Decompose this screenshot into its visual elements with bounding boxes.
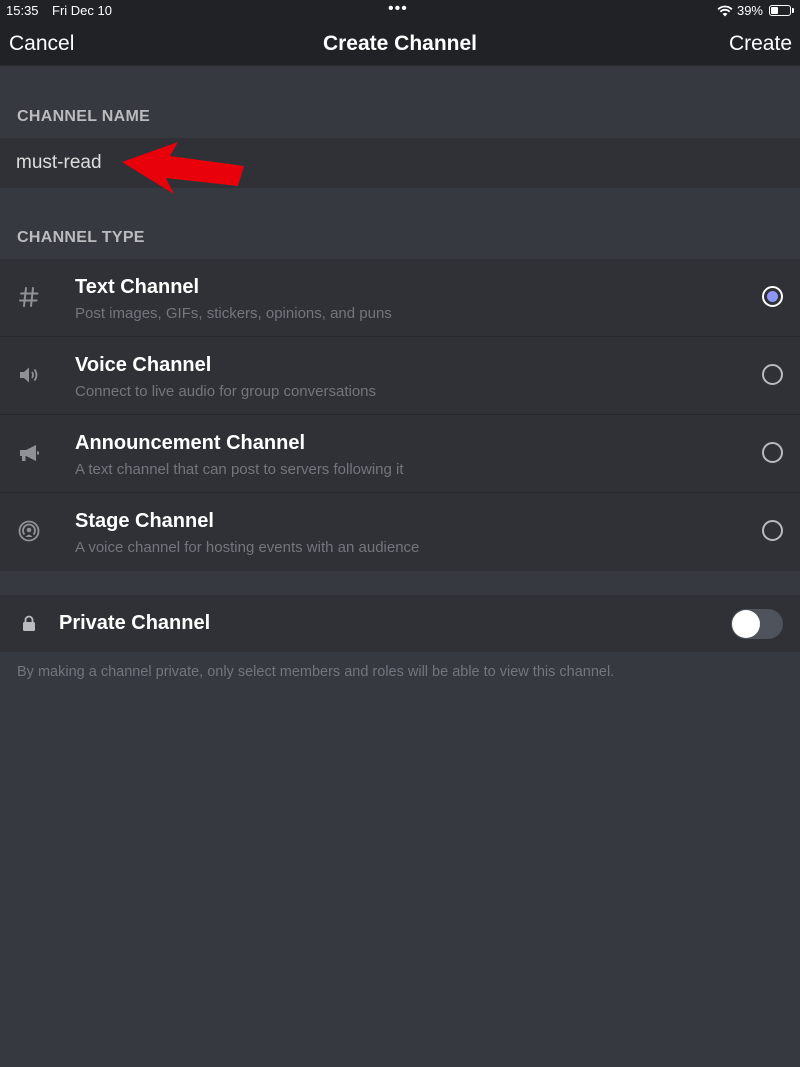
channel-type-option-text[interactable]: Text Channel Post images, GIFs, stickers… xyxy=(0,259,800,337)
create-button[interactable]: Create xyxy=(729,32,792,56)
radio-button[interactable] xyxy=(762,442,783,463)
channel-type-description: Connect to live audio for group conversa… xyxy=(75,383,377,400)
navigation-bar: Cancel Create Channel Create xyxy=(0,22,800,66)
lock-icon xyxy=(23,615,35,631)
status-bar: 15:35 Fri Dec 10 ••• 39% xyxy=(0,0,800,22)
channel-type-description: Post images, GIFs, stickers, opinions, a… xyxy=(75,305,392,322)
channel-type-title: Text Channel xyxy=(75,276,200,298)
channel-type-list: Text Channel Post images, GIFs, stickers… xyxy=(0,259,800,571)
channel-type-description: A text channel that can post to servers … xyxy=(75,461,404,478)
channel-type-option-voice[interactable]: Voice Channel Connect to live audio for … xyxy=(0,337,800,415)
channel-type-header: CHANNEL TYPE xyxy=(17,229,145,246)
page-title: Create Channel xyxy=(322,32,478,55)
channel-type-title: Stage Channel xyxy=(75,510,214,532)
channel-name-header: CHANNEL NAME xyxy=(17,108,151,125)
radio-button[interactable] xyxy=(762,520,783,541)
status-date: Fri Dec 10 xyxy=(52,3,112,18)
battery-level xyxy=(771,7,778,14)
channel-type-title: Voice Channel xyxy=(75,354,212,376)
battery-nub xyxy=(792,8,794,13)
channel-type-title: Announcement Channel xyxy=(75,432,306,454)
status-time: 15:35 xyxy=(6,3,39,18)
channel-type-option-announcement[interactable]: Announcement Channel A text channel that… xyxy=(0,415,800,493)
radio-button[interactable] xyxy=(762,286,783,307)
megaphone-icon xyxy=(20,445,39,461)
channel-name-input[interactable] xyxy=(16,150,516,176)
annotation-arrow-icon xyxy=(122,142,244,194)
private-channel-toggle[interactable] xyxy=(731,609,783,639)
channel-type-description: A voice channel for hosting events with … xyxy=(75,539,420,556)
hash-icon xyxy=(19,287,39,307)
stage-icon xyxy=(18,520,40,542)
channel-type-option-stage[interactable]: Stage Channel A voice channel for hostin… xyxy=(0,493,800,571)
radio-button[interactable] xyxy=(762,364,783,385)
battery-icon xyxy=(769,5,791,16)
wifi-icon xyxy=(717,5,733,16)
battery-percent: 39% xyxy=(736,3,763,18)
toggle-knob xyxy=(732,610,760,638)
private-channel-label: Private Channel xyxy=(59,612,211,634)
speaker-icon xyxy=(20,367,38,383)
multitasking-dots-icon[interactable]: ••• xyxy=(388,0,408,18)
private-channel-help-text: By making a channel private, only select… xyxy=(17,664,615,680)
status-indicators: 39% xyxy=(717,3,794,18)
private-channel-row[interactable]: Private Channel xyxy=(0,595,800,652)
radio-selected-dot xyxy=(767,291,778,302)
